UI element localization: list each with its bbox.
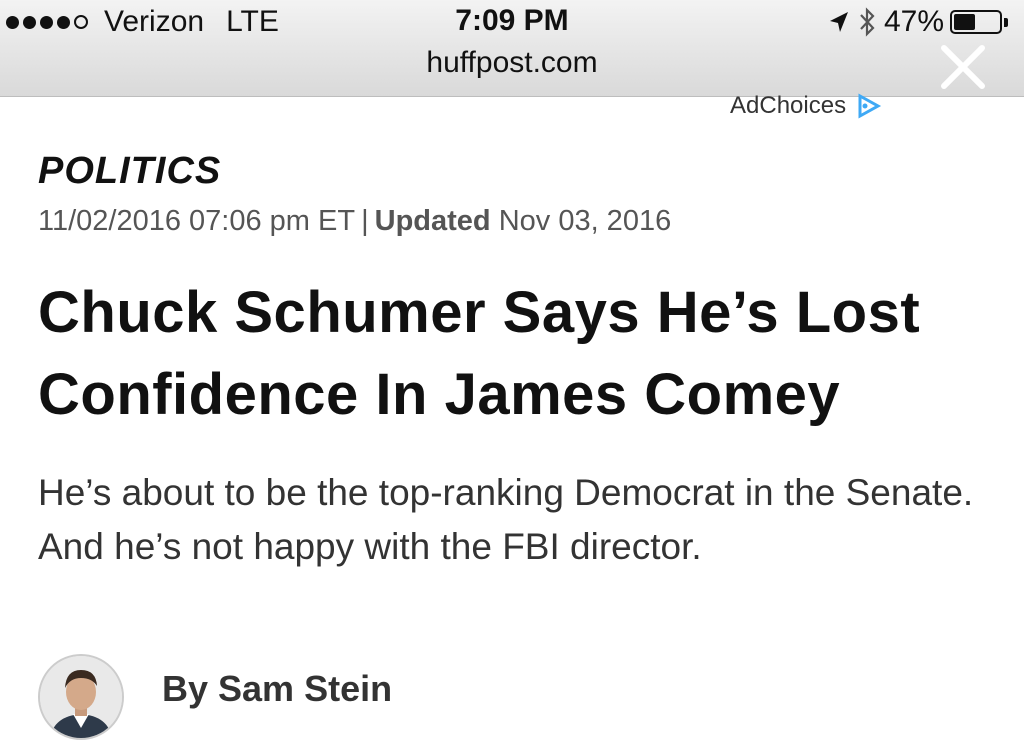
battery-nub [1004, 17, 1008, 27]
close-icon[interactable] [936, 40, 990, 94]
battery-icon [950, 10, 1002, 34]
article-headline: Chuck Schumer Says He’s Lost Confidence … [38, 280, 921, 427]
published-date: 11/02/2016 07:06 pm ET [38, 205, 356, 237]
battery-percent: 47% [883, 5, 944, 38]
author-byline[interactable]: By Sam Stein [162, 668, 392, 710]
author-avatar[interactable] [38, 654, 124, 740]
section-label[interactable]: POLITICS [38, 150, 221, 193]
avatar-portrait [40, 656, 122, 738]
article-subheadline: He’s about to be the top-ranking Democra… [38, 472, 974, 567]
updated-date: Nov 03, 2016 [498, 205, 672, 237]
location-arrow-icon [829, 12, 848, 32]
dateline: 11/02/2016 07:06 pm ET | Updated Nov 03, 2… [38, 205, 671, 238]
battery-fill [954, 14, 975, 30]
status-bar: Verizon LTE 7:09 PM huffpost.com 47% [0, 0, 1024, 97]
adchoices-label: AdChoices [730, 92, 847, 119]
adchoices-icon [858, 93, 882, 119]
url-domain[interactable]: huffpost.com [0, 46, 1024, 80]
bluetooth-icon [860, 7, 875, 37]
date-separator: | [361, 205, 369, 237]
status-right: 47% [828, 4, 1008, 40]
updated-label: Updated [374, 205, 491, 237]
byline-row: By Sam Stein [38, 650, 998, 740]
adchoices-link[interactable]: AdChoices [730, 92, 882, 120]
